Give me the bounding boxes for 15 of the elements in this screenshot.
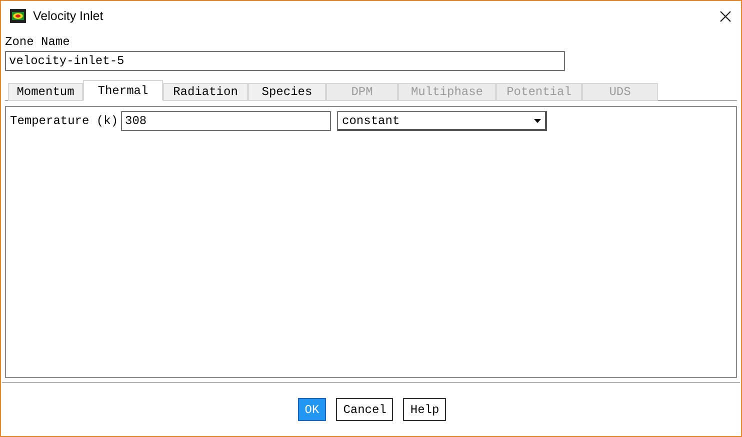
window-title: Velocity Inlet bbox=[33, 9, 104, 23]
field-label: Temperature (k) bbox=[10, 114, 118, 128]
tab[interactable]: Species bbox=[248, 83, 326, 101]
dialog-button[interactable]: Cancel bbox=[336, 398, 394, 421]
app-icon bbox=[10, 9, 26, 23]
dialog-button[interactable]: Help bbox=[403, 398, 446, 421]
close-icon[interactable] bbox=[720, 10, 731, 22]
field-label: Zone Name bbox=[5, 35, 71, 49]
dropdown-arrow-icon bbox=[534, 118, 542, 122]
method-dropdown[interactable]: constant bbox=[337, 111, 548, 131]
temperature-field[interactable]: 308 bbox=[121, 111, 332, 131]
tab[interactable]: Thermal bbox=[83, 80, 163, 101]
tab[interactable]: Radiation bbox=[163, 83, 248, 101]
tab[interactable]: Momentum bbox=[8, 83, 83, 101]
zone-name-field[interactable]: velocity-inlet-5 bbox=[5, 51, 565, 71]
